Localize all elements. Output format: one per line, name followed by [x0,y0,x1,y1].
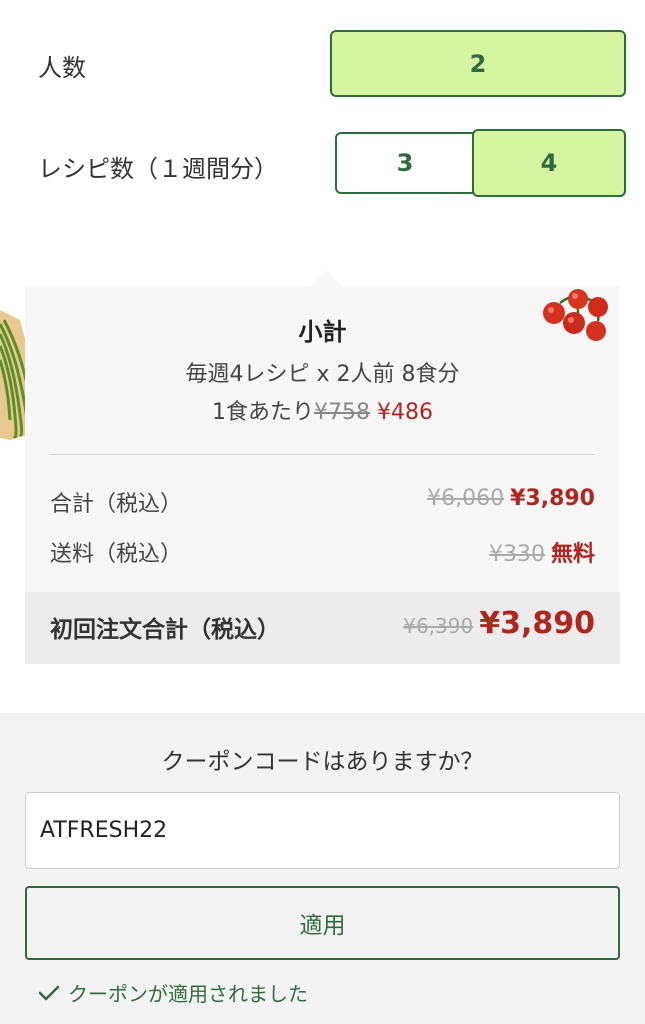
first-order-original-price: ¥6,390 [403,614,474,638]
subtotal-discount-price: ¥3,890 [510,486,595,511]
people-option-2[interactable]: 2 [330,30,626,97]
per-meal-original-price: ¥758 [314,400,370,425]
people-label: 人数 [38,54,86,82]
shipping-line-label: 送料（税込） [50,542,183,567]
coupon-code-input[interactable] [25,792,620,869]
subtotal-line-value: ¥6,060 ¥3,890 [427,486,595,511]
divider [50,454,595,455]
per-meal-label: 1食あたり [212,400,314,425]
plan-settings-screen: 人数 2 レシピ数（１週間分） 3 4 小計 毎週4レシピ x 2人前 8食分 [0,0,645,1024]
shipping-free-label: 無料 [550,542,595,567]
subtotal-line-label: 合計（税込） [50,492,183,517]
coupon-applied-message: クーポンが適用されました [38,978,308,1007]
subtotal-original-price: ¥6,060 [427,486,505,511]
per-meal-price: 1食あたり¥758 ¥486 [25,394,620,426]
plan-description: 毎週4レシピ x 2人前 8食分 [185,362,460,387]
per-meal-discount-price: ¥486 [377,400,433,425]
coupon-applied-text: クーポンが適用されました [68,982,308,1006]
green-beans-image [0,310,28,440]
coupon-question: クーポンコードはありますか？ [161,749,484,775]
first-order-total-price: ¥3,890 [479,606,595,641]
card-pointer [310,270,342,286]
shipping-line-value: ¥330 無料 [489,536,595,568]
recipes-label: レシピ数（１週間分） [38,155,278,183]
recipes-option-3[interactable]: 3 [335,132,475,194]
check-icon [38,985,60,1000]
first-order-total-label: 初回注文合計（税込） [50,617,280,643]
shipping-original-price: ¥330 [488,542,545,567]
subtotal-title: 小計 [298,318,347,346]
apply-coupon-button[interactable]: 適用 [25,886,620,960]
recipes-option-4[interactable]: 4 [472,129,626,197]
first-order-total-value: ¥6,390 ¥3,890 [403,606,595,641]
